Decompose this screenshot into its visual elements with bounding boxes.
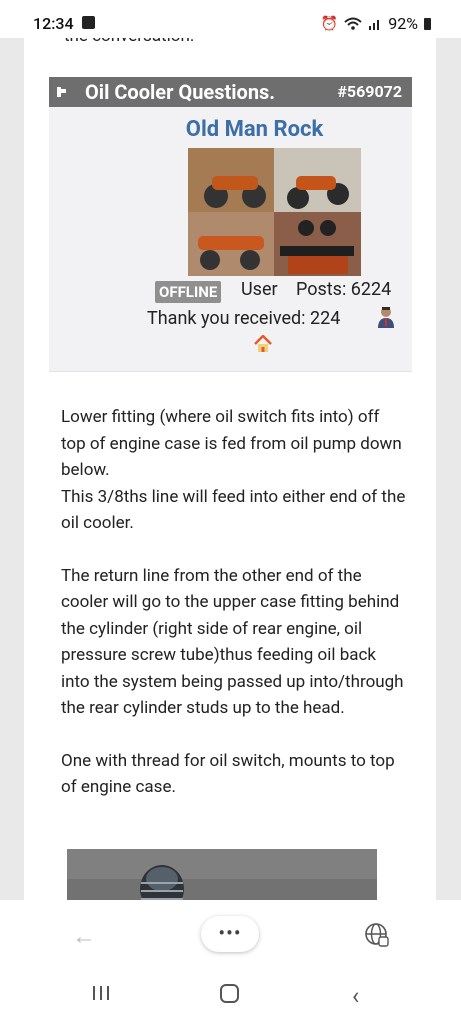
status-right: ⏰ 92% xyxy=(321,14,431,33)
post-number[interactable]: #569072 xyxy=(337,82,402,101)
user-rank: User xyxy=(241,279,278,300)
status-time: 12:34 xyxy=(33,14,74,33)
post-title[interactable]: Oil Cooler Questions. xyxy=(85,80,275,104)
person-icon xyxy=(378,307,394,328)
status-bar: 12:34 ⏰ 92% xyxy=(0,0,461,38)
gallery-icon xyxy=(82,16,95,29)
status-badge: OFFLINE xyxy=(155,281,222,303)
signal-icon xyxy=(369,19,380,30)
previous-text: the conversation. xyxy=(64,38,194,46)
pin-icon xyxy=(57,87,69,97)
author-name-wrap: Old Man Rock xyxy=(49,117,412,142)
thanks-received: Thank you received: 224 xyxy=(147,308,341,329)
fitting-photo xyxy=(67,849,377,900)
wifi-icon xyxy=(344,17,362,30)
author-panel: Old Man Rock OFFLINE User Posts: 6224 Th… xyxy=(49,107,412,372)
post-body: Lower fitting (where oil switch fits int… xyxy=(61,404,406,827)
post-header: Oil Cooler Questions. #569072 xyxy=(49,77,412,107)
globe-icon[interactable] xyxy=(364,922,390,948)
home-button-icon[interactable] xyxy=(220,984,239,1003)
post-paragraph: Lower fitting (where oil switch fits int… xyxy=(61,407,406,533)
post-attachment-image[interactable] xyxy=(67,849,377,900)
battery-icon xyxy=(424,17,431,30)
forum-page: the conversation. Oil Cooler Questions. … xyxy=(24,38,436,900)
more-menu-button[interactable]: ••• xyxy=(201,916,259,952)
author-avatar[interactable] xyxy=(188,148,361,276)
home-icon[interactable] xyxy=(254,335,272,353)
post-paragraph: The return line from the other end of th… xyxy=(61,565,404,719)
back-arrow-icon[interactable]: ← xyxy=(72,922,96,951)
battery-level: 92% xyxy=(388,14,418,33)
post-count: Posts: 6224 xyxy=(296,279,392,300)
post-paragraph: One with thread for oil switch, mounts t… xyxy=(61,750,395,798)
alarm-icon: ⏰ xyxy=(320,15,339,32)
recent-apps-icon[interactable] xyxy=(92,985,110,1001)
author-name[interactable]: Old Man Rock xyxy=(186,117,323,142)
nav-back-icon[interactable]: ‹ xyxy=(352,982,359,1010)
